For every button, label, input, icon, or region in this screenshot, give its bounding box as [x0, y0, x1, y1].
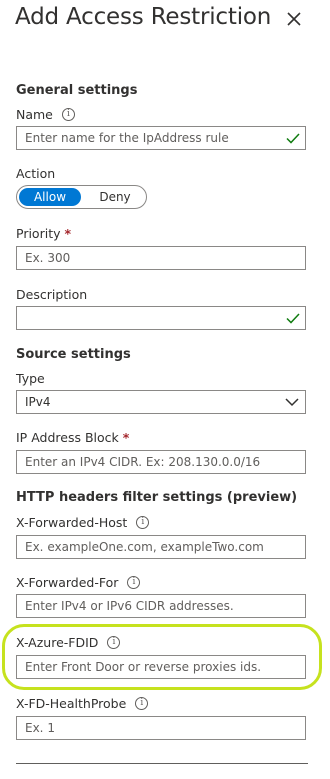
name-field-container [16, 126, 306, 150]
x-azure-fdid-input[interactable] [17, 656, 285, 678]
source-settings-heading: Source settings [16, 347, 131, 362]
info-icon[interactable]: i [127, 576, 141, 589]
description-label: Description [16, 287, 88, 302]
x-forwarded-host-field-container [16, 535, 306, 559]
x-fd-healthprobe-input[interactable] [17, 717, 285, 739]
x-fd-healthprobe-label: X-FD-HealthProbe i [16, 696, 149, 711]
action-deny-option[interactable]: Deny [87, 188, 143, 206]
chevron-down-icon [285, 398, 299, 407]
info-icon[interactable]: i [135, 697, 149, 710]
required-marker: * [122, 430, 130, 445]
x-forwarded-host-label: X-Forwarded-Host i [16, 515, 150, 530]
checkmark-icon [286, 133, 300, 144]
x-forwarded-for-field-container [16, 594, 306, 618]
action-allow-option[interactable]: Allow [19, 188, 81, 206]
checkmark-icon [286, 313, 300, 324]
action-toggle: Allow Deny [16, 185, 147, 209]
x-azure-fdid-field-container [16, 655, 306, 679]
name-input[interactable] [17, 127, 285, 149]
action-label: Action [16, 166, 56, 181]
ip-address-block-label: IP Address Block * [16, 430, 130, 445]
priority-field-container [16, 246, 306, 270]
general-settings-heading: General settings [16, 83, 138, 98]
type-select-value: IPv4 [25, 395, 51, 409]
footer-divider [16, 763, 308, 764]
type-select[interactable]: IPv4 [16, 390, 306, 414]
required-marker: * [64, 226, 72, 241]
ip-address-field-container [16, 450, 306, 474]
priority-label: Priority * [16, 226, 72, 241]
x-forwarded-for-label: X-Forwarded-For i [16, 575, 141, 590]
description-input[interactable] [17, 307, 285, 329]
ip-address-input[interactable] [17, 451, 285, 473]
name-label: Name i [16, 107, 75, 122]
info-icon[interactable]: i [61, 108, 75, 121]
info-icon[interactable]: i [107, 636, 121, 649]
type-label: Type [16, 371, 45, 386]
panel-title: Add Access Restriction [15, 4, 272, 30]
description-field-container [16, 306, 306, 330]
priority-input[interactable] [17, 247, 285, 269]
x-forwarded-for-input[interactable] [17, 595, 285, 617]
info-icon[interactable]: i [136, 516, 150, 529]
x-forwarded-host-input[interactable] [17, 536, 285, 558]
x-azure-fdid-label: X-Azure-FDID i [16, 635, 121, 650]
close-icon[interactable] [283, 8, 305, 30]
x-fd-healthprobe-field-container [16, 716, 306, 740]
http-headers-heading: HTTP headers filter settings (preview) [16, 490, 298, 505]
